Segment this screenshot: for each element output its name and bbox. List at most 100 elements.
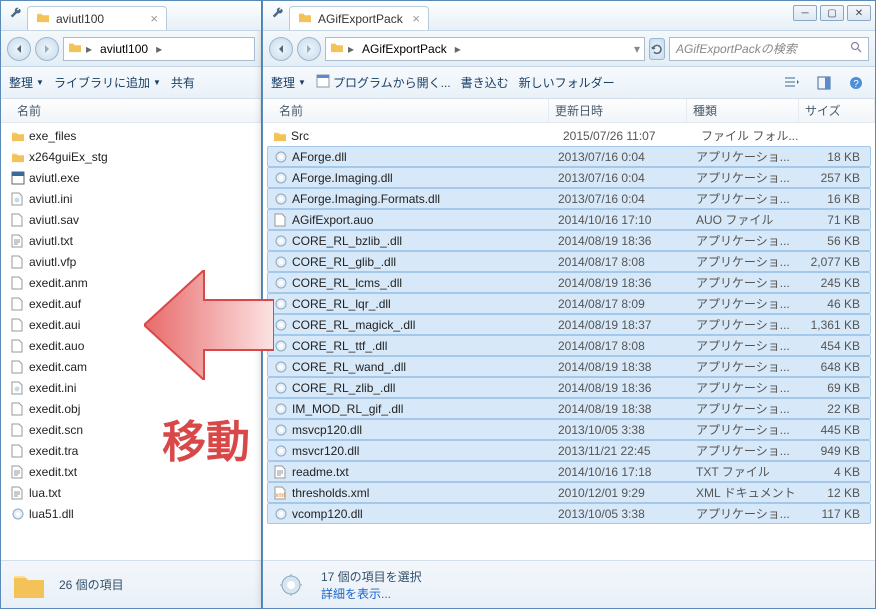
file-row[interactable]: exedit.txt	[1, 461, 261, 482]
file-date: 2014/10/16 17:10	[558, 213, 696, 227]
burn-button[interactable]: 書き込む	[461, 74, 509, 91]
open-with-button[interactable]: プログラムから開く...	[316, 74, 451, 91]
dll-icon	[274, 297, 292, 311]
file-row[interactable]: msvcp120.dll2013/10/05 3:38アプリケーショ...445…	[267, 419, 871, 440]
file-list[interactable]: exe_files x264guiEx_stgaviutl.exeaviutl.i…	[1, 123, 261, 560]
wrench-icon[interactable]	[9, 7, 23, 24]
file-row[interactable]: lua.txt	[1, 482, 261, 503]
tab-aviutl100[interactable]: aviutl100 ×	[27, 6, 167, 30]
file-row[interactable]: aviutl.vfp	[1, 251, 261, 272]
show-details-link[interactable]: 詳細を表示...	[321, 585, 422, 602]
address-box[interactable]: ▸ AGifExportPack ▸ ▾	[325, 37, 645, 61]
tab-title: AGifExportPack	[318, 12, 403, 26]
file-date: 2014/08/19 18:38	[558, 360, 696, 374]
refresh-button[interactable]	[649, 38, 665, 60]
file-row[interactable]: msvcr120.dll2013/11/21 22:45アプリケーショ...94…	[267, 440, 871, 461]
file-row[interactable]: AGifExport.auo2014/10/16 17:10AUO ファイル71…	[267, 209, 871, 230]
col-type[interactable]: 種類	[687, 99, 799, 122]
file-row[interactable]: CORE_RL_glib_.dll2014/08/17 8:08アプリケーショ.…	[267, 251, 871, 272]
new-folder-button[interactable]: 新しいフォルダー	[519, 74, 615, 91]
col-date[interactable]: 更新日時	[549, 99, 687, 122]
file-row[interactable]: readme.txt2014/10/16 17:18TXT ファイル4 KB	[267, 461, 871, 482]
breadcrumb-item[interactable]: AGifExportPack	[358, 42, 451, 56]
close-icon[interactable]: ×	[412, 11, 420, 26]
file-row[interactable]: exedit.obj	[1, 398, 261, 419]
file-row[interactable]: exedit.scn	[1, 419, 261, 440]
file-row[interactable]: AForge.Imaging.Formats.dll2013/07/16 0:0…	[267, 188, 871, 209]
dll-icon	[274, 423, 292, 437]
file-row[interactable]: Src2015/07/26 11:07ファイル フォル...	[263, 125, 875, 146]
file-type: アプリケーショ...	[696, 295, 804, 312]
file-name: aviutl.vfp	[29, 255, 261, 269]
file-row[interactable]: CORE_RL_zlib_.dll2014/08/19 18:36アプリケーショ…	[267, 377, 871, 398]
file-icon	[11, 297, 29, 311]
file-row[interactable]: exedit.auf	[1, 293, 261, 314]
file-row[interactable]: CORE_RL_bzlib_.dll2014/08/19 18:36アプリケーシ…	[267, 230, 871, 251]
file-list[interactable]: Src2015/07/26 11:07ファイル フォル...AForge.dll…	[263, 123, 875, 560]
forward-button[interactable]	[297, 37, 321, 61]
file-row[interactable]: lua51.dll	[1, 503, 261, 524]
maximize-button[interactable]: ▢	[820, 5, 844, 21]
file-name: CORE_RL_wand_.dll	[292, 360, 558, 374]
file-date: 2014/08/19 18:38	[558, 402, 696, 416]
help-button[interactable]: ?	[845, 72, 867, 94]
share-button[interactable]: 共有	[171, 74, 195, 91]
address-bar: ▸ aviutl100 ▸	[1, 31, 261, 67]
forward-button[interactable]	[35, 37, 59, 61]
file-row[interactable]: exedit.tra	[1, 440, 261, 461]
column-header: 名前 更新日時 種類 サイズ	[263, 99, 875, 123]
dll-icon	[274, 318, 292, 332]
view-options-button[interactable]	[781, 72, 803, 94]
file-row[interactable]: CORE_RL_ttf_.dll2014/08/17 8:08アプリケーショ..…	[267, 335, 871, 356]
col-name[interactable]: 名前	[273, 99, 549, 122]
breadcrumb-item[interactable]: aviutl100	[96, 42, 152, 56]
file-row[interactable]: CORE_RL_magick_.dll2014/08/19 18:37アプリケー…	[267, 314, 871, 335]
file-icon	[11, 444, 29, 458]
close-button[interactable]: ✕	[847, 5, 871, 21]
file-row[interactable]: CORE_RL_wand_.dll2014/08/19 18:38アプリケーショ…	[267, 356, 871, 377]
file-row[interactable]: exedit.ini	[1, 377, 261, 398]
file-row[interactable]: aviutl.ini	[1, 188, 261, 209]
file-name: CORE_RL_ttf_.dll	[292, 339, 558, 353]
file-row[interactable]: AForge.Imaging.dll2013/07/16 0:04アプリケーショ…	[267, 167, 871, 188]
close-icon[interactable]: ×	[150, 11, 158, 26]
dll-icon	[274, 192, 292, 206]
file-icon	[11, 255, 29, 269]
file-size: 445 KB	[804, 423, 870, 437]
file-row[interactable]: xmlthresholds.xml2010/12/01 9:29XML ドキュメ…	[267, 482, 871, 503]
file-row[interactable]: aviutl.sav	[1, 209, 261, 230]
address-box[interactable]: ▸ aviutl100 ▸	[63, 37, 255, 61]
folder-icon	[298, 11, 312, 26]
file-row[interactable]: aviutl.exe	[1, 167, 261, 188]
file-name: exe_files	[29, 129, 261, 143]
file-type: アプリケーショ...	[696, 316, 804, 333]
file-row[interactable]: exedit.anm	[1, 272, 261, 293]
organize-button[interactable]: 整理▼	[9, 74, 44, 91]
file-type: アプリケーショ...	[696, 358, 804, 375]
back-button[interactable]	[269, 37, 293, 61]
col-name[interactable]: 名前	[11, 99, 261, 122]
back-button[interactable]	[7, 37, 31, 61]
minimize-button[interactable]: ─	[793, 5, 817, 21]
file-row[interactable]: aviutl.txt	[1, 230, 261, 251]
file-row[interactable]: exedit.cam	[1, 356, 261, 377]
tab-agifexportpack[interactable]: AGifExportPack ×	[289, 6, 429, 30]
wrench-icon[interactable]	[271, 7, 285, 24]
file-name: thresholds.xml	[292, 486, 558, 500]
file-row[interactable]: exedit.auo	[1, 335, 261, 356]
organize-button[interactable]: 整理▼	[271, 74, 306, 91]
file-row[interactable]: vcomp120.dll2013/10/05 3:38アプリケーショ...117…	[267, 503, 871, 524]
file-row[interactable]: exe_files	[1, 125, 261, 146]
file-row[interactable]: AForge.dll2013/07/16 0:04アプリケーショ...18 KB	[267, 146, 871, 167]
search-box[interactable]: AGifExportPackの検索	[669, 37, 869, 61]
file-row[interactable]: IM_MOD_RL_gif_.dll2014/08/19 18:38アプリケーシ…	[267, 398, 871, 419]
add-to-library-button[interactable]: ライブラリに追加▼	[54, 74, 161, 91]
file-row[interactable]: x264guiEx_stg	[1, 146, 261, 167]
file-row[interactable]: CORE_RL_lqr_.dll2014/08/17 8:09アプリケーショ..…	[267, 293, 871, 314]
file-size: 18 KB	[804, 150, 870, 164]
file-row[interactable]: exedit.aui	[1, 314, 261, 335]
file-row[interactable]: CORE_RL_lcms_.dll2014/08/19 18:36アプリケーショ…	[267, 272, 871, 293]
preview-pane-button[interactable]	[813, 72, 835, 94]
file-size: 648 KB	[804, 360, 870, 374]
col-size[interactable]: サイズ	[799, 99, 875, 122]
